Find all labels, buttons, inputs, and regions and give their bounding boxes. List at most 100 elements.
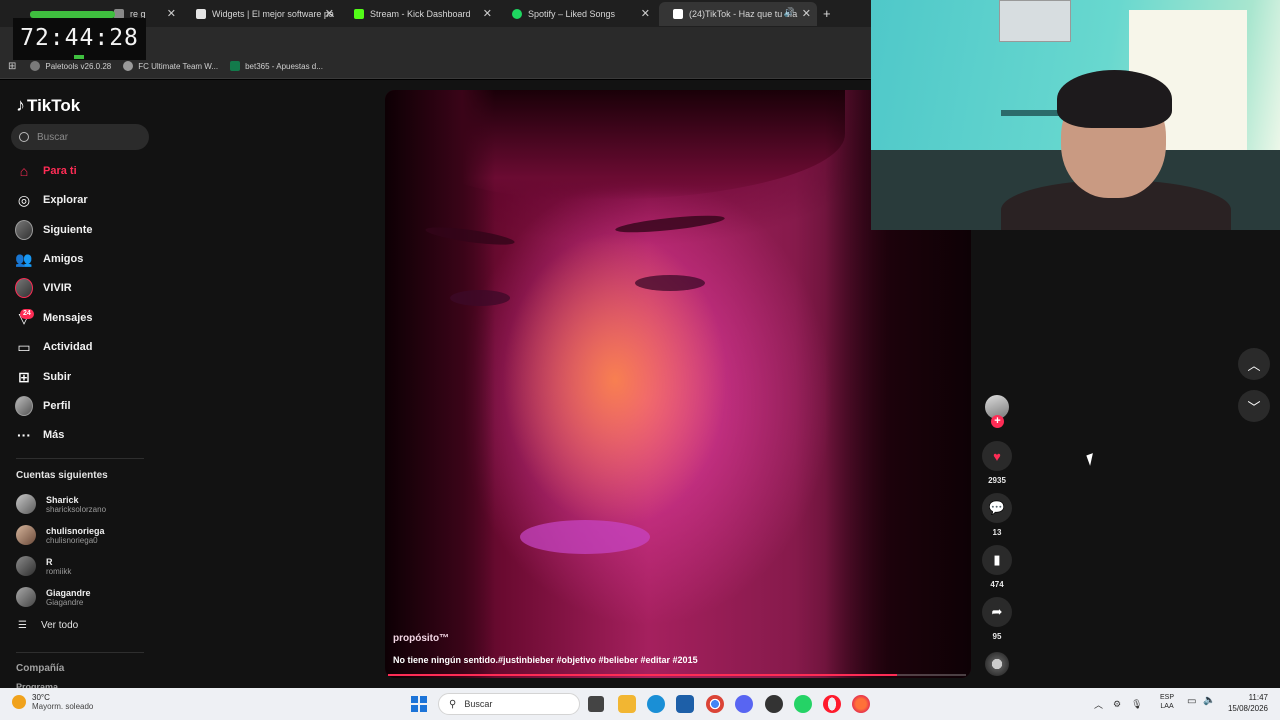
obs-icon[interactable] xyxy=(765,695,783,713)
system-tray: ︿ ⚙ 🎙 xyxy=(1094,692,1143,716)
volume-icon[interactable]: 🔈 xyxy=(1203,695,1215,706)
display-icon[interactable]: ▭ xyxy=(1187,696,1196,707)
whatsapp-icon[interactable] xyxy=(794,695,812,713)
webcam-detail xyxy=(999,0,1071,42)
tiktok-note-icon: ♪ xyxy=(16,95,25,115)
close-tab-icon[interactable]: ✕ xyxy=(167,7,176,20)
microphone-icon[interactable]: 🎙 xyxy=(1131,699,1142,710)
avatar xyxy=(16,556,36,576)
comment-icon: 💬 xyxy=(988,500,1006,515)
new-tab-button[interactable]: + xyxy=(823,6,831,21)
sidebar-divider xyxy=(16,652,144,653)
follow-plus-icon[interactable]: + xyxy=(991,415,1004,428)
close-tab-icon[interactable]: ✕ xyxy=(802,7,811,20)
store-icon[interactable] xyxy=(676,695,694,713)
nav-activity[interactable]: ▭ Actividad xyxy=(15,336,155,358)
task-view-icon[interactable] xyxy=(588,696,604,712)
browser-tab[interactable]: Spotify – Liked Songs ✕ xyxy=(498,2,656,26)
firefox-icon[interactable] xyxy=(852,695,870,713)
clock-time: 11:47 xyxy=(1248,693,1268,702)
network-icon[interactable]: ⚙ xyxy=(1113,699,1121,710)
opera-icon[interactable] xyxy=(823,695,841,713)
nav-for-you[interactable]: ⌂ Para ti xyxy=(15,160,155,182)
weather-temperature: 30°C xyxy=(32,693,50,702)
weather-widget[interactable]: 30°C Mayorm. soleado xyxy=(12,693,93,711)
like-button[interactable]: ♥ xyxy=(982,441,1012,471)
file-explorer-icon[interactable] xyxy=(618,695,636,713)
close-tab-icon[interactable]: ✕ xyxy=(641,7,650,20)
browser-tab-active[interactable]: (24)TikTok - Haz que tu día 🔊 ✕ xyxy=(659,2,817,26)
tab-favicon-icon xyxy=(512,9,522,19)
music-disc-icon[interactable] xyxy=(985,652,1009,676)
tiktok-logo[interactable]: ♪ TikTok xyxy=(16,95,80,116)
speaker-icon[interactable]: 🔊 xyxy=(784,7,795,18)
video-progress-fill xyxy=(388,674,897,676)
compass-icon: ◎ xyxy=(17,191,31,208)
video-frame-detail xyxy=(635,275,705,291)
close-tab-icon[interactable]: ✕ xyxy=(483,7,492,20)
video-frame-shade xyxy=(385,90,495,678)
comment-button[interactable]: 💬 xyxy=(982,493,1012,523)
sun-icon xyxy=(12,695,26,709)
see-all-link[interactable]: ☰ Ver todo xyxy=(18,620,78,631)
following-account[interactable]: Giagandre Giagandre xyxy=(16,584,156,610)
messages-badge: 24 xyxy=(20,309,34,319)
browser-tab[interactable]: Widgets | El mejor software pa ✕ xyxy=(182,2,340,26)
share-icon: ➦ xyxy=(991,604,1003,619)
nav-upload[interactable]: ⊞ Subir xyxy=(15,366,155,388)
nav-live[interactable]: VIVIR xyxy=(15,277,155,299)
bookmark-button[interactable]: ▮ xyxy=(982,545,1012,575)
edge-icon[interactable] xyxy=(647,695,665,713)
apps-grid-icon[interactable]: ⊞ xyxy=(8,61,16,72)
search-icon: ⚲ xyxy=(449,698,457,710)
discord-icon[interactable] xyxy=(735,695,753,713)
nav-friends[interactable]: 👥 Amigos xyxy=(15,248,155,270)
heart-icon: ♥ xyxy=(993,448,1001,464)
taskbar-clock[interactable]: 11:47 15/08/2026 xyxy=(1222,692,1268,714)
browser-tab[interactable]: Stream - Kick Dashboard ✕ xyxy=(340,2,498,26)
avatar xyxy=(16,525,36,545)
nav-profile[interactable]: Perfil xyxy=(15,395,155,417)
windows-taskbar: 30°C Mayorm. soleado xyxy=(0,688,1280,720)
bookmark-favicon-icon xyxy=(30,61,41,71)
previous-video-button[interactable]: ︿ xyxy=(1238,348,1270,380)
bookmark-item[interactable]: Paletools v26.0.28 xyxy=(30,61,111,71)
webcam-person xyxy=(1057,70,1172,128)
upload-icon: ⊞ xyxy=(18,368,30,385)
sidebar-divider xyxy=(16,458,144,459)
nav-messages[interactable]: ▽ Mensajes xyxy=(15,307,155,329)
next-video-button[interactable]: ﹀ xyxy=(1238,390,1270,422)
bookmark-item[interactable]: FC Ultimate Team W... xyxy=(123,61,218,71)
following-account[interactable]: Sharick sharicksolorzano xyxy=(16,491,156,517)
video-frame-detail xyxy=(520,520,650,554)
following-account[interactable]: chulisnoriega chulisnoriega0 xyxy=(16,522,156,548)
following-accounts-heading: Cuentas siguientes xyxy=(16,470,108,481)
chrome-icon[interactable] xyxy=(706,695,724,713)
language-indicator[interactable]: ESP LAA xyxy=(1160,693,1174,711)
home-icon: ⌂ xyxy=(19,163,29,179)
avatar xyxy=(16,494,36,514)
following-account[interactable]: Rromiikk xyxy=(16,553,156,579)
clock-date: 15/08/2026 xyxy=(1227,704,1268,713)
search-input[interactable]: Buscar xyxy=(11,124,149,150)
comment-count: 13 xyxy=(992,528,1002,537)
nav-explore[interactable]: ◎ Explorar xyxy=(15,189,155,211)
profile-icon xyxy=(15,396,33,416)
close-tab-icon[interactable]: ✕ xyxy=(325,7,334,20)
chevron-down-icon: ﹀ xyxy=(1247,399,1261,415)
bookmark-icon: ▮ xyxy=(993,552,1001,567)
tab-favicon-icon xyxy=(673,9,683,19)
bookmark-item[interactable]: bet365 - Apuestas d... xyxy=(230,61,323,71)
chevron-up-icon[interactable]: ︿ xyxy=(1094,698,1103,711)
footer-company-link[interactable]: Compañía xyxy=(16,663,64,674)
nav-following[interactable]: Siguiente xyxy=(15,219,155,241)
video-title[interactable]: propósito™ xyxy=(393,633,449,644)
share-button[interactable]: ➦ xyxy=(982,597,1012,627)
timer-indicator xyxy=(74,55,84,59)
video-progress-bar[interactable] xyxy=(388,674,966,676)
start-button[interactable] xyxy=(411,696,427,712)
following-avatar-icon xyxy=(15,220,33,240)
bookmark-favicon-icon xyxy=(230,61,241,71)
taskbar-search-input[interactable]: ⚲ Buscar xyxy=(438,693,580,715)
nav-more[interactable]: ··· Más xyxy=(15,424,155,446)
